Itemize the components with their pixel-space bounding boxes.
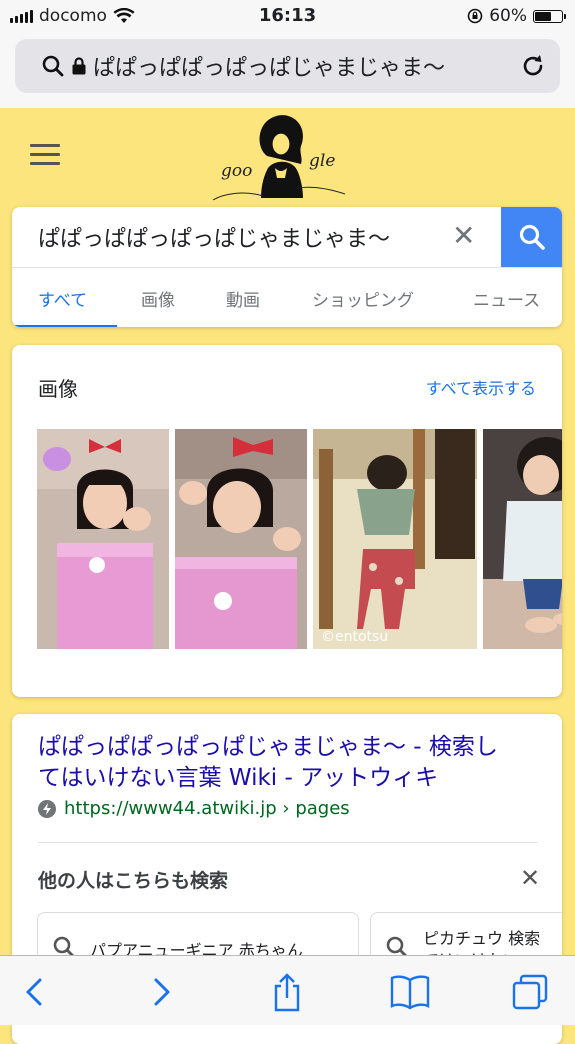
share-icon	[274, 973, 300, 1012]
divider	[38, 842, 538, 843]
image-thumbnail-3[interactable]: ©entotsu	[313, 429, 477, 649]
tab-shopping[interactable]: ショッピング	[312, 286, 414, 311]
active-tab-indicator	[12, 325, 117, 327]
search-input[interactable]: ぱぱっぱぱっぱっぱじゃまじゃま〜	[38, 221, 390, 253]
image-thumbnail-2[interactable]	[175, 429, 307, 649]
forward-button[interactable]	[140, 970, 184, 1014]
tabs-button[interactable]	[508, 970, 552, 1014]
tab-images[interactable]: 画像	[141, 286, 175, 311]
logo-text-left: goo	[221, 161, 252, 181]
browser-address-area: ぱぱっぱぱっぱっぱじゃまじゃま〜	[0, 32, 575, 109]
clear-query-icon[interactable]: ✕	[452, 219, 475, 252]
logo-text-right: gle	[309, 151, 335, 171]
search-box-card: ぱぱっぱぱっぱっぱじゃまじゃま〜 ✕ すべて 画像 動画 ショッピング ニュース	[12, 207, 562, 327]
search-button[interactable]	[501, 207, 562, 267]
rotation-lock-icon	[467, 8, 483, 24]
battery-fill	[535, 11, 551, 21]
chevron-right-icon	[154, 978, 170, 1006]
image-thumbnail-1[interactable]	[37, 429, 169, 649]
bookmarks-button[interactable]	[388, 970, 432, 1014]
share-button[interactable]	[265, 970, 309, 1014]
images-section-title: 画像	[38, 377, 78, 401]
images-card: 画像 すべて表示する ©entotsu	[12, 345, 562, 697]
result-url[interactable]: https://www44.atwiki.jp › pages	[38, 798, 350, 819]
chip-text: ピカチュウ 検索	[423, 929, 541, 948]
image-thumbnail-4[interactable]	[483, 429, 562, 649]
tab-all[interactable]: すべて	[38, 286, 87, 311]
google-header: goo gle	[0, 108, 575, 208]
back-button[interactable]	[12, 970, 56, 1014]
result-title-line2: てはいけない言葉 Wiki - アットウィキ	[38, 765, 439, 791]
show-all-link[interactable]: すべて表示する	[426, 375, 536, 399]
battery-icon	[533, 9, 566, 23]
battery-percent: 60%	[489, 6, 527, 26]
google-doodle-logo[interactable]: goo gle	[205, 108, 355, 208]
amp-bolt-icon	[38, 799, 56, 818]
dismiss-icon[interactable]: ✕	[520, 864, 540, 892]
status-right: 60%	[467, 6, 566, 26]
result-url-text: https://www44.atwiki.jp › pages	[64, 798, 350, 819]
people-also-search-title: 他の人はこちらも検索	[38, 870, 229, 892]
hamburger-menu-icon[interactable]	[30, 144, 60, 166]
lock-icon	[72, 57, 86, 75]
reload-icon[interactable]	[520, 53, 546, 79]
chevron-left-icon	[26, 978, 42, 1006]
tabs-icon	[512, 974, 548, 1010]
status-bar: docomo 16:13 60%	[0, 0, 575, 32]
search-tabs: すべて 画像 動画 ショッピング ニュース	[12, 267, 562, 327]
tab-news[interactable]: ニュース	[473, 286, 540, 311]
image-watermark: ©entotsu	[321, 629, 388, 645]
address-url: ぱぱっぱぱっぱっぱじゃまじゃま〜	[93, 56, 446, 81]
book-icon	[390, 975, 430, 1010]
result-title-link[interactable]: ぱぱっぱぱっぱっぱじゃまじゃま〜 - 検索し てはいけない言葉 Wiki - ア…	[38, 732, 538, 794]
search-icon	[42, 55, 64, 77]
search-icon	[519, 224, 545, 250]
result-title-line1: ぱぱっぱぱっぱっぱじゃまじゃま〜 - 検索し	[38, 734, 498, 760]
address-bar[interactable]: ぱぱっぱぱっぱっぱじゃまじゃま〜	[15, 39, 560, 93]
browser-toolbar	[0, 955, 575, 1025]
tab-videos[interactable]: 動画	[226, 286, 260, 311]
